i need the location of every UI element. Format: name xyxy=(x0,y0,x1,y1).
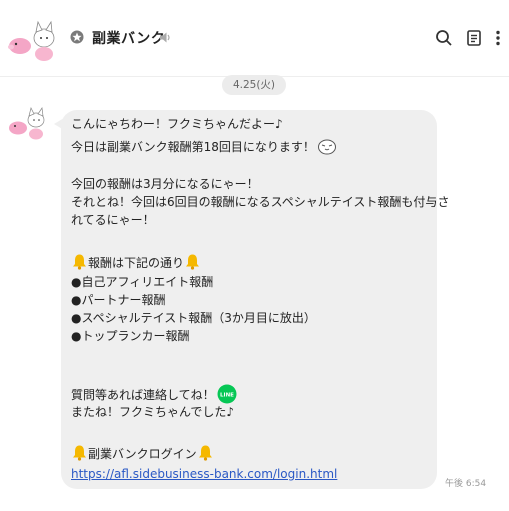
bell-icon xyxy=(73,254,86,270)
bell-icon xyxy=(73,445,86,461)
sender-avatar[interactable] xyxy=(7,102,49,140)
message-line: 今回の報酬は3月分になるにゃー！ xyxy=(71,177,259,191)
bell-icon xyxy=(186,254,200,270)
message-line: それとね！今回は6回目の報酬になるスペシャルテイスト報酬も付与さ xyxy=(71,195,450,209)
chat-header: 副業バンク xyxy=(0,0,509,77)
list-item: ●自己アフィリエイト報酬 xyxy=(71,275,214,289)
reward-heading: 報酬は下記の通り xyxy=(71,253,201,273)
login-heading: 副業バンクログイン xyxy=(71,444,214,464)
profile-avatar[interactable] xyxy=(6,14,62,62)
search-icon[interactable] xyxy=(434,28,454,48)
message-line: こんにゃちわー！フクミちゃんだよー♪ xyxy=(71,117,283,131)
notes-icon[interactable] xyxy=(464,28,484,48)
official-badge-icon xyxy=(70,30,84,44)
message-line-with-emoji: 今日は副業バンク報酬第18回目になります！ xyxy=(71,137,337,157)
chat-title: 副業バンク xyxy=(92,31,166,47)
message-line: またね！フクミちゃんでした♪ xyxy=(71,405,235,419)
message-line: れてるにゃー！ xyxy=(71,213,155,227)
message-line-with-line-badge: 質問等あれば連絡してね！ LINE xyxy=(71,384,237,405)
more-vertical-icon[interactable] xyxy=(488,28,508,48)
cat-face-emoji-icon xyxy=(317,139,336,155)
login-link[interactable]: https://afl.sidebusiness-bank.com/login.… xyxy=(71,466,337,484)
speaker-icon xyxy=(160,32,170,43)
list-item: ●トップランカー報酬 xyxy=(71,329,190,343)
bell-icon xyxy=(198,445,212,461)
list-item: ●スペシャルテイスト報酬（3か月目に放出） xyxy=(71,311,316,325)
line-app-icon: LINE xyxy=(217,384,237,404)
list-item: ●パートナー報酬 xyxy=(71,293,166,307)
message-timestamp: 午後 6:54 xyxy=(445,479,487,489)
date-separator: 4.25(火) xyxy=(222,75,286,95)
svg-text:LINE: LINE xyxy=(220,393,234,399)
